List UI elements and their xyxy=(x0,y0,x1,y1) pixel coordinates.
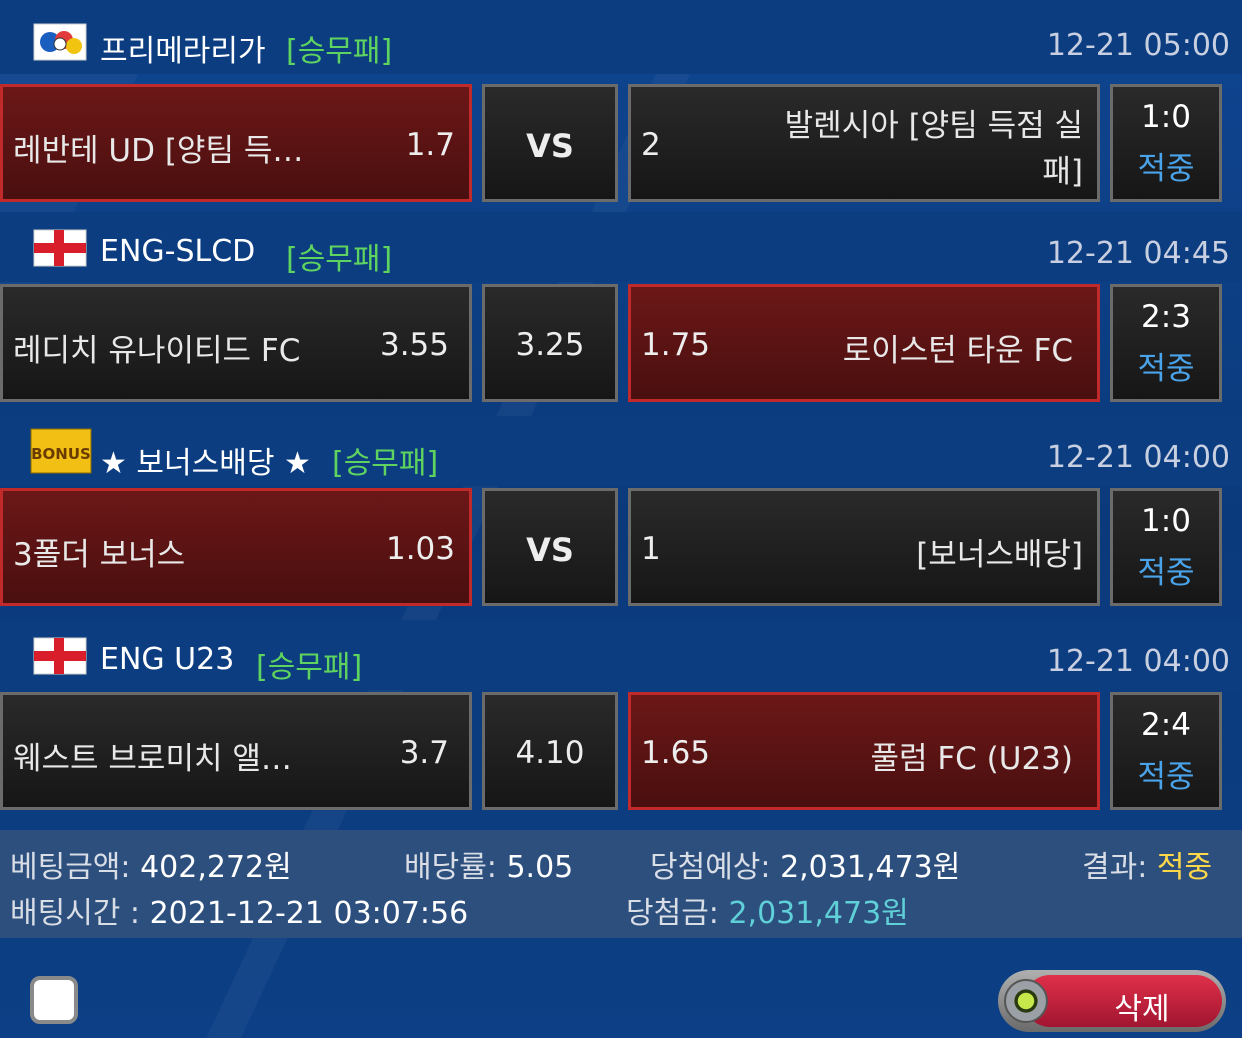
odds-label: 배당률: xyxy=(404,850,497,885)
match-header: BONUS ★ 보너스배당 ★ [승무패] 12-21 04:00 xyxy=(0,416,1242,486)
league-name: ENG-SLCD xyxy=(100,234,256,269)
match-header: ENG-SLCD [승무패] 12-21 04:45 xyxy=(0,212,1242,282)
score-box: 1:0 적중 xyxy=(1110,488,1222,606)
final-result: 결과: 적중 xyxy=(1082,842,1212,886)
home-odds-button[interactable]: 3폴더 보너스 1.03 xyxy=(0,488,472,606)
home-team-name: 웨스트 브로미치 앨… xyxy=(13,741,292,777)
draw-odds-button[interactable]: 3.25 xyxy=(482,284,618,402)
expected-value: 2,031,473원 xyxy=(780,850,961,885)
match-time: 12-21 05:00 xyxy=(1046,28,1230,63)
draw-odds: VS xyxy=(526,127,574,165)
laliga-flag-icon xyxy=(32,22,88,62)
delete-button-label: 삭제 xyxy=(1114,992,1170,1027)
toggle-knob-icon xyxy=(1004,979,1048,1023)
away-team-name: [보너스배당] xyxy=(916,537,1083,573)
away-team-name: 로이스턴 타운 FC xyxy=(842,333,1073,369)
league-name: ENG U23 xyxy=(100,642,235,677)
bet-type: [승무패] xyxy=(256,650,363,685)
home-odds-button[interactable]: 웨스트 브로미치 앨… 3.7 xyxy=(0,692,472,810)
home-odds-button[interactable]: 레디치 유나이티드 FC 3.55 xyxy=(0,284,472,402)
match-result: 적중 xyxy=(1137,151,1195,187)
home-team-name: 레디치 유나이티드 FC xyxy=(13,333,301,369)
away-team-name: 발렌시아 [양팀 득점 실패] xyxy=(784,108,1083,190)
home-odds: 3.55 xyxy=(379,327,449,363)
bet-amount: 베팅금액: 402,272원 xyxy=(10,842,292,886)
away-odds: 1.75 xyxy=(641,327,711,363)
score: 1:0 xyxy=(1141,503,1191,539)
total-odds: 배당률: 5.05 xyxy=(404,842,573,886)
delete-button[interactable]: 삭제 xyxy=(998,970,1226,1032)
match-result: 적중 xyxy=(1137,759,1195,795)
bet-summary: 베팅금액: 402,272원 배당률: 5.05 당첨예상: 2,031,473… xyxy=(0,830,1242,938)
match-result: 적중 xyxy=(1137,555,1195,591)
bet-type: [승무패] xyxy=(286,34,393,69)
match-time: 12-21 04:45 xyxy=(1046,236,1230,271)
score-box: 2:3 적중 xyxy=(1110,284,1222,402)
expected-label: 당첨예상: xyxy=(650,850,771,885)
away-odds-button[interactable]: 1.75 로이스턴 타운 FC xyxy=(628,284,1100,402)
england-flag-icon xyxy=(32,228,88,268)
league-name: ★ 보너스배당 ★ xyxy=(100,446,311,481)
match-result: 적중 xyxy=(1137,351,1195,387)
result-value: 적중 xyxy=(1156,850,1213,885)
draw-odds: VS xyxy=(526,531,574,569)
bet-time-value: 2021-12-21 03:07:56 xyxy=(149,896,469,931)
score: 2:3 xyxy=(1141,299,1191,335)
winnings: 당첨금: 2,031,473원 xyxy=(626,888,909,932)
home-team-name: 3폴더 보너스 xyxy=(13,537,186,573)
home-odds: 1.03 xyxy=(385,531,455,567)
draw-odds-button[interactable]: 4.10 xyxy=(482,692,618,810)
away-odds: 1.65 xyxy=(641,735,711,771)
league-name: 프리메라리가 xyxy=(100,34,266,69)
bet-type: [승무패] xyxy=(286,242,393,277)
draw-odds: 4.10 xyxy=(515,735,585,771)
away-team-name: 풀럼 FC (U23) xyxy=(870,741,1073,777)
away-odds: 1 xyxy=(641,531,661,567)
draw-odds-button[interactable]: VS xyxy=(482,488,618,606)
bet-amount-label: 베팅금액: xyxy=(10,850,131,885)
away-odds-button[interactable]: 1 [보너스배당] xyxy=(628,488,1100,606)
bet-time-label: 배팅시간 : xyxy=(10,896,141,931)
match-header: 프리메라리가 [승무패] 12-21 05:00 xyxy=(0,0,1242,74)
winnings-label: 당첨금: xyxy=(626,896,719,931)
away-odds-button[interactable]: 2 발렌시아 [양팀 득점 실패] xyxy=(628,84,1100,202)
bet-type: [승무패] xyxy=(332,446,439,481)
result-label: 결과: xyxy=(1082,850,1148,885)
draw-odds-button[interactable]: VS xyxy=(482,84,618,202)
score-box: 1:0 적중 xyxy=(1110,84,1222,202)
bonus-badge-text: BONUS xyxy=(31,445,91,463)
match-time: 12-21 04:00 xyxy=(1046,644,1230,679)
draw-odds: 3.25 xyxy=(515,327,585,363)
match-header: ENG U23 [승무패] 12-21 04:00 xyxy=(0,620,1242,690)
score: 1:0 xyxy=(1141,99,1191,135)
home-odds: 1.7 xyxy=(405,127,455,163)
away-odds-button[interactable]: 1.65 풀럼 FC (U23) xyxy=(628,692,1100,810)
home-team-name: 레반테 UD [양팀 득… xyxy=(13,133,304,169)
expected-winnings: 당첨예상: 2,031,473원 xyxy=(650,842,960,886)
odds-value: 5.05 xyxy=(506,850,574,885)
select-checkbox[interactable] xyxy=(30,976,78,1024)
home-odds-button[interactable]: 레반테 UD [양팀 득… 1.7 xyxy=(0,84,472,202)
england-flag-icon xyxy=(32,636,88,676)
away-odds: 2 xyxy=(641,127,661,163)
winnings-value: 2,031,473원 xyxy=(728,896,909,931)
bonus-badge-icon: BONUS xyxy=(30,428,92,474)
bet-amount-value: 402,272원 xyxy=(140,850,292,885)
match-time: 12-21 04:00 xyxy=(1046,440,1230,475)
bet-time: 배팅시간 : 2021-12-21 03:07:56 xyxy=(10,888,468,932)
score: 2:4 xyxy=(1141,707,1191,743)
score-box: 2:4 적중 xyxy=(1110,692,1222,810)
home-odds: 3.7 xyxy=(399,735,449,771)
